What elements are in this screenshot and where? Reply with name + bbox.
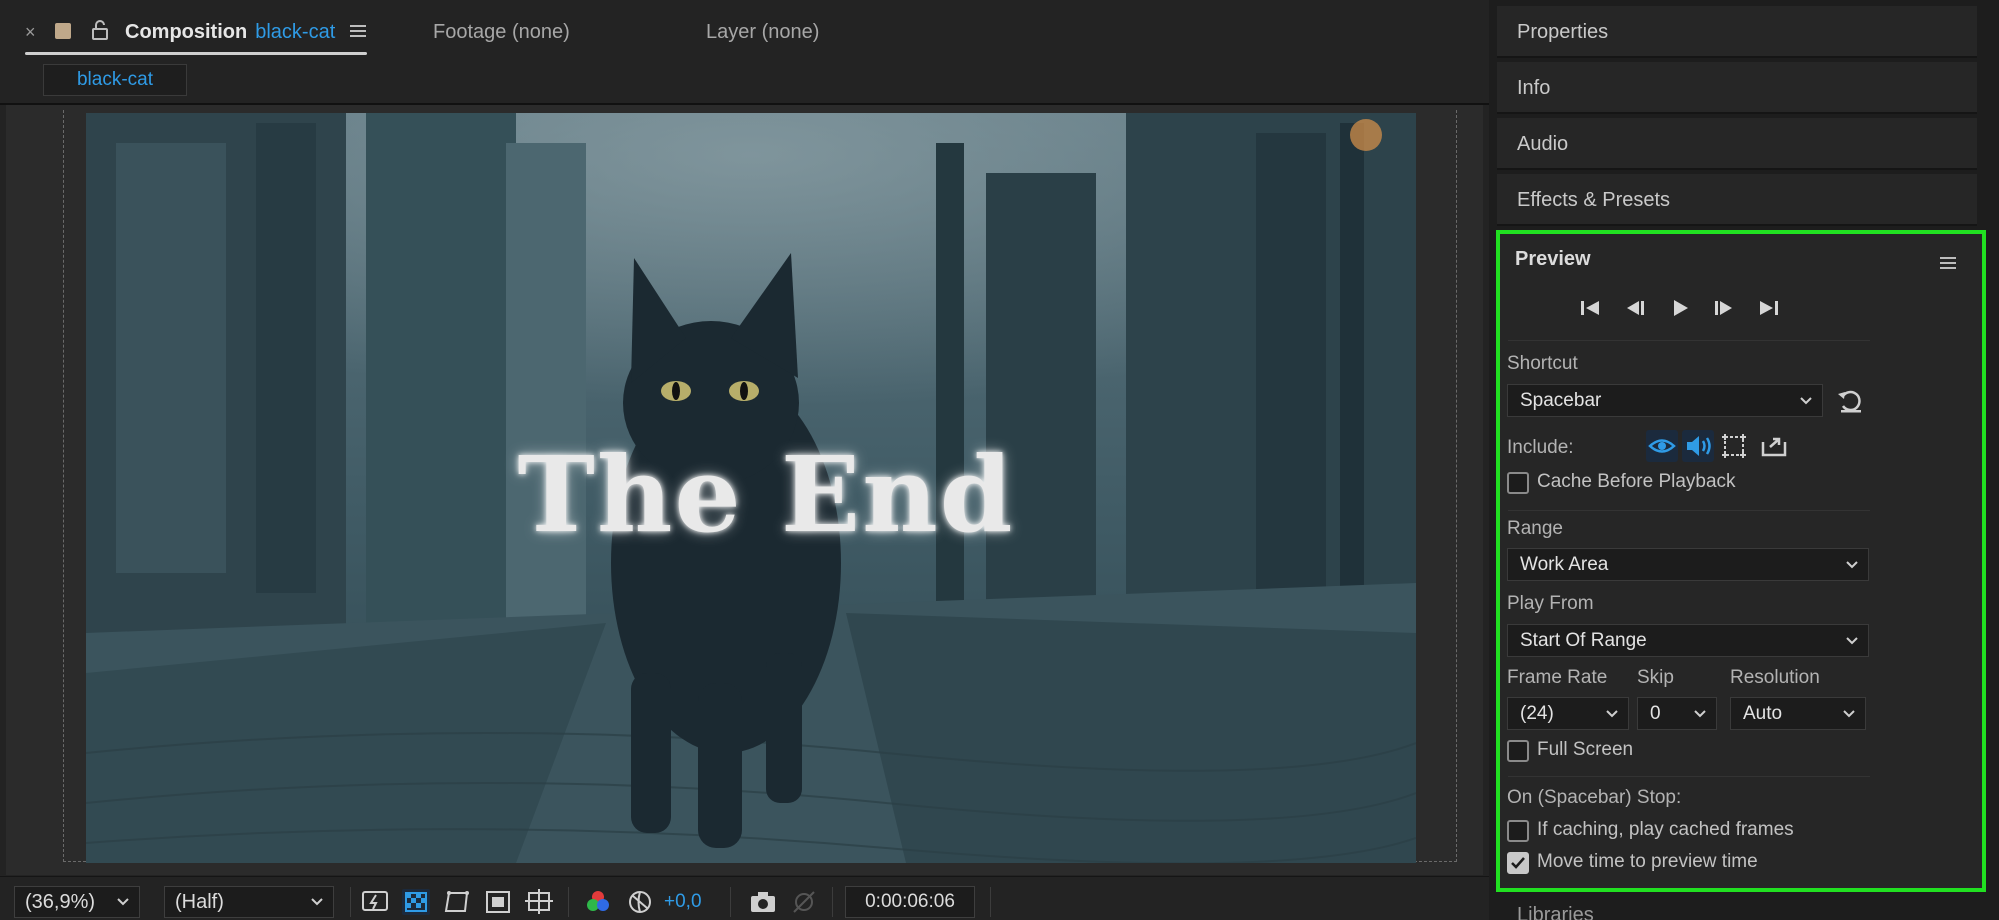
reset-exposure-icon[interactable]	[625, 888, 655, 916]
divider	[832, 887, 833, 917]
first-frame-icon[interactable]	[1578, 298, 1602, 318]
move-time-checkbox[interactable]	[1507, 852, 1529, 874]
panel-menu-icon[interactable]	[1940, 256, 1956, 270]
info-panel-header[interactable]: Info	[1497, 62, 1977, 114]
composition-viewer[interactable]: The End	[6, 105, 1483, 875]
skip-dropdown[interactable]: 0	[1637, 697, 1717, 730]
checkmark-icon	[1511, 857, 1525, 869]
preview-resolution-value: Auto	[1743, 703, 1783, 724]
tab-composition[interactable]: Composition black-cat	[125, 21, 335, 44]
close-tab-icon[interactable]: ×	[25, 22, 36, 43]
cache-before-playback-checkbox[interactable]	[1507, 472, 1529, 494]
chevron-down-icon	[1694, 710, 1706, 718]
fast-previews-icon[interactable]	[360, 888, 390, 916]
viewer-toolbar: (36,9%) (Half) +0,0 0:00:06:06	[0, 876, 1489, 920]
composition-tab-bar: × Composition black-cat Footage (none) La…	[0, 0, 1489, 64]
preview-resolution-dropdown[interactable]: Auto	[1730, 697, 1866, 730]
divider	[1508, 340, 1870, 341]
full-screen-checkbox[interactable]	[1507, 740, 1529, 762]
show-snapshot-icon[interactable]	[789, 888, 819, 916]
current-time-display[interactable]: 0:00:06:06	[845, 886, 975, 918]
effects-presets-panel-header[interactable]: Effects & Presets	[1497, 174, 1977, 226]
chevron-down-icon	[1843, 710, 1855, 718]
play-from-label: Play From	[1507, 593, 1594, 614]
include-overlays-icon[interactable]	[1718, 430, 1750, 462]
last-frame-icon[interactable]	[1757, 298, 1781, 318]
region-of-interest-icon[interactable]	[483, 888, 513, 916]
on-stop-label: On (Spacebar) Stop:	[1507, 787, 1682, 808]
end-title-text[interactable]: The End	[256, 433, 1276, 556]
libraries-panel-header[interactable]: Libraries	[1517, 904, 1594, 920]
camera-snapshot-icon[interactable]	[748, 888, 778, 916]
composition-breadcrumb-tab[interactable]: black-cat	[43, 64, 187, 96]
preview-title: Preview	[1515, 248, 1591, 270]
skip-label: Skip	[1637, 667, 1674, 688]
play-icon[interactable]	[1668, 298, 1692, 318]
resolution-label: Resolution	[1730, 667, 1820, 688]
chevron-down-icon	[1606, 710, 1618, 718]
properties-panel-header[interactable]: Properties	[1497, 6, 1977, 58]
play-from-dropdown[interactable]: Start Of Range	[1507, 624, 1869, 657]
frame-rate-dropdown[interactable]: (24)	[1507, 697, 1629, 730]
chevron-down-icon	[117, 898, 129, 906]
next-frame-icon[interactable]	[1712, 298, 1736, 318]
if-caching-checkbox[interactable]	[1507, 820, 1529, 842]
mask-visibility-icon[interactable]	[442, 888, 472, 916]
cache-before-playback-label: Cache Before Playback	[1537, 471, 1736, 492]
grid-guides-icon[interactable]	[524, 888, 554, 916]
tab-footage[interactable]: Footage (none)	[433, 21, 570, 44]
divider	[1508, 510, 1870, 511]
if-caching-label: If caching, play cached frames	[1537, 819, 1794, 840]
skip-value: 0	[1650, 703, 1661, 724]
range-label: Range	[1507, 518, 1563, 539]
frame-rate-label: Frame Rate	[1507, 667, 1608, 688]
shortcut-label: Shortcut	[1507, 353, 1578, 374]
external-monitor-icon[interactable]	[1758, 430, 1790, 462]
active-tab-indicator	[25, 52, 367, 55]
divider	[990, 887, 991, 917]
right-panel: Properties Info Audio Effects & Presets …	[1489, 0, 1999, 920]
resolution-value: (Half)	[175, 891, 224, 913]
lock-icon[interactable]	[92, 20, 108, 40]
reset-shortcut-icon[interactable]	[1834, 384, 1866, 416]
range-value: Work Area	[1520, 554, 1609, 575]
frame-rate-value: (24)	[1520, 703, 1554, 724]
preview-panel: Preview Shortcut Spacebar Include: Cache…	[1496, 230, 1986, 892]
chevron-down-icon	[1846, 561, 1858, 569]
exposure-value[interactable]: +0,0	[664, 891, 702, 913]
move-time-label: Move time to preview time	[1537, 851, 1758, 872]
divider	[350, 887, 351, 917]
tab-composition-name: black-cat	[255, 21, 336, 43]
range-dropdown[interactable]: Work Area	[1507, 548, 1869, 581]
composition-frame[interactable]: The End	[86, 113, 1416, 863]
panel-menu-icon[interactable]	[350, 24, 366, 38]
magnification-dropdown[interactable]: (36,9%)	[14, 886, 140, 918]
divider	[568, 887, 569, 917]
shortcut-dropdown[interactable]: Spacebar	[1507, 384, 1823, 417]
include-audio-speaker-icon[interactable]	[1682, 430, 1714, 462]
include-video-eye-icon[interactable]	[1646, 430, 1678, 462]
composition-panel: × Composition black-cat Footage (none) La…	[0, 0, 1489, 920]
chevron-down-icon	[1800, 397, 1812, 405]
resolution-dropdown[interactable]: (Half)	[164, 886, 334, 918]
divider	[730, 887, 731, 917]
magnification-value: (36,9%)	[25, 891, 96, 913]
transparency-grid-icon[interactable]	[401, 888, 431, 916]
audio-panel-header[interactable]: Audio	[1497, 118, 1977, 170]
full-screen-label: Full Screen	[1537, 739, 1634, 760]
play-from-value: Start Of Range	[1520, 630, 1647, 651]
shortcut-value: Spacebar	[1520, 390, 1602, 411]
chevron-down-icon	[1846, 637, 1858, 645]
previous-frame-icon[interactable]	[1623, 298, 1647, 318]
chevron-down-icon	[311, 898, 323, 906]
tab-composition-label: Composition	[125, 21, 248, 43]
channels-icon[interactable]	[583, 888, 613, 916]
composition-color-swatch	[55, 23, 71, 39]
include-label: Include:	[1507, 437, 1574, 458]
divider	[1508, 776, 1870, 777]
tab-layer[interactable]: Layer (none)	[706, 21, 819, 44]
